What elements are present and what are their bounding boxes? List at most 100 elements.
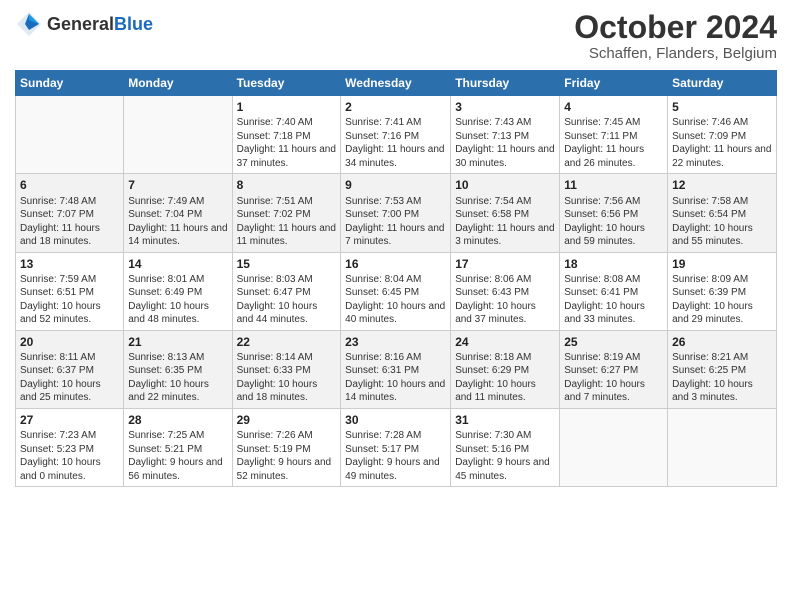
day-info: Sunrise: 7:26 AM Sunset: 5:19 PM Dayligh… bbox=[237, 429, 337, 483]
table-row: 12 Sunrise: 7:58 AM Sunset: 6:54 PM Dayli… bbox=[668, 174, 777, 252]
logo-icon bbox=[15, 10, 43, 38]
col-monday: Monday bbox=[124, 71, 232, 96]
table-row: 11Sunrise: 7:56 AM Sunset: 6:56 PM Dayli… bbox=[560, 174, 668, 252]
table-row: 21Sunrise: 8:13 AM Sunset: 6:35 PM Dayli… bbox=[124, 330, 232, 408]
table-row: 8 Sunrise: 7:51 AM Sunset: 7:02 PM Daylig… bbox=[232, 174, 341, 252]
day-number: 18 bbox=[564, 256, 663, 272]
day-number: 10 bbox=[455, 177, 555, 193]
day-number: 14 bbox=[128, 256, 227, 272]
day-number: 19 bbox=[672, 256, 772, 272]
day-number: 31 bbox=[455, 412, 555, 428]
day-number: 12 bbox=[672, 177, 772, 193]
day-number: 4 bbox=[564, 99, 663, 115]
month-title: October 2024 bbox=[574, 10, 777, 45]
table-row: 16Sunrise: 8:04 AM Sunset: 6:45 PM Dayli… bbox=[341, 252, 451, 330]
table-row: 31Sunrise: 7:30 AM Sunset: 5:16 PM Dayli… bbox=[451, 408, 560, 486]
calendar-table: Sunday Monday Tuesday Wednesday Thursday… bbox=[15, 70, 777, 487]
table-row: 9 Sunrise: 7:53 AM Sunset: 7:00 PM Daylig… bbox=[341, 174, 451, 252]
day-number: 27 bbox=[20, 412, 119, 428]
table-row: 4Sunrise: 7:45 AM Sunset: 7:11 PM Daylig… bbox=[560, 96, 668, 174]
day-info: Sunrise: 7:43 AM Sunset: 7:13 PM Dayligh… bbox=[455, 116, 555, 170]
table-row: 5Sunrise: 7:46 AM Sunset: 7:09 PM Daylig… bbox=[668, 96, 777, 174]
logo-blue: Blue bbox=[114, 14, 153, 34]
calendar-week-row: 6Sunrise: 7:48 AM Sunset: 7:07 PM Daylig… bbox=[16, 174, 777, 252]
table-row: 6Sunrise: 7:48 AM Sunset: 7:07 PM Daylig… bbox=[16, 174, 124, 252]
table-row: 24Sunrise: 8:18 AM Sunset: 6:29 PM Dayli… bbox=[451, 330, 560, 408]
day-info: Sunrise: 8:19 AM Sunset: 6:27 PM Dayligh… bbox=[564, 351, 663, 405]
day-info: Sunrise: 7:41 AM Sunset: 7:16 PM Dayligh… bbox=[345, 116, 446, 170]
day-number: 9 bbox=[345, 177, 446, 193]
day-number: 3 bbox=[455, 99, 555, 115]
table-row: 22Sunrise: 8:14 AM Sunset: 6:33 PM Dayli… bbox=[232, 330, 341, 408]
day-info: Sunrise: 7:28 AM Sunset: 5:17 PM Dayligh… bbox=[345, 429, 446, 483]
col-friday: Friday bbox=[560, 71, 668, 96]
day-number: 29 bbox=[237, 412, 337, 428]
day-info: Sunrise: 7:49 AM Sunset: 7:04 PM Dayligh… bbox=[128, 195, 227, 249]
table-row: 27Sunrise: 7:23 AM Sunset: 5:23 PM Dayli… bbox=[16, 408, 124, 486]
table-row: 2Sunrise: 7:41 AM Sunset: 7:16 PM Daylig… bbox=[341, 96, 451, 174]
day-info: Sunrise: 8:16 AM Sunset: 6:31 PM Dayligh… bbox=[345, 351, 446, 405]
day-number: 30 bbox=[345, 412, 446, 428]
day-info: Sunrise: 8:21 AM Sunset: 6:25 PM Dayligh… bbox=[672, 351, 772, 405]
day-number: 21 bbox=[128, 334, 227, 350]
day-number: 13 bbox=[20, 256, 119, 272]
day-info: Sunrise: 7:59 AM Sunset: 6:51 PM Dayligh… bbox=[20, 273, 119, 327]
table-row: 18Sunrise: 8:08 AM Sunset: 6:41 PM Dayli… bbox=[560, 252, 668, 330]
day-number: 8 bbox=[237, 177, 337, 193]
day-info: Sunrise: 8:13 AM Sunset: 6:35 PM Dayligh… bbox=[128, 351, 227, 405]
table-row bbox=[668, 408, 777, 486]
day-info: Sunrise: 7:58 AM Sunset: 6:54 PM Dayligh… bbox=[672, 195, 772, 249]
table-row: 7 Sunrise: 7:49 AM Sunset: 7:04 PM Daylig… bbox=[124, 174, 232, 252]
table-row bbox=[560, 408, 668, 486]
day-number: 23 bbox=[345, 334, 446, 350]
day-number: 7 bbox=[128, 177, 227, 193]
title-area: October 2024 Schaffen, Flanders, Belgium bbox=[574, 10, 777, 62]
table-row: 1Sunrise: 7:40 AM Sunset: 7:18 PM Daylig… bbox=[232, 96, 341, 174]
day-info: Sunrise: 8:09 AM Sunset: 6:39 PM Dayligh… bbox=[672, 273, 772, 327]
day-info: Sunrise: 7:48 AM Sunset: 7:07 PM Dayligh… bbox=[20, 195, 119, 249]
day-info: Sunrise: 7:23 AM Sunset: 5:23 PM Dayligh… bbox=[20, 429, 119, 483]
day-info: Sunrise: 8:01 AM Sunset: 6:49 PM Dayligh… bbox=[128, 273, 227, 327]
day-number: 26 bbox=[672, 334, 772, 350]
page: GeneralBlue October 2024 Schaffen, Fland… bbox=[0, 0, 792, 612]
table-row: 29Sunrise: 7:26 AM Sunset: 5:19 PM Dayli… bbox=[232, 408, 341, 486]
table-row: 26Sunrise: 8:21 AM Sunset: 6:25 PM Dayli… bbox=[668, 330, 777, 408]
calendar-week-row: 20Sunrise: 8:11 AM Sunset: 6:37 PM Dayli… bbox=[16, 330, 777, 408]
day-number: 2 bbox=[345, 99, 446, 115]
table-row bbox=[124, 96, 232, 174]
table-row bbox=[16, 96, 124, 174]
day-info: Sunrise: 8:11 AM Sunset: 6:37 PM Dayligh… bbox=[20, 351, 119, 405]
calendar-header-row: Sunday Monday Tuesday Wednesday Thursday… bbox=[16, 71, 777, 96]
col-saturday: Saturday bbox=[668, 71, 777, 96]
day-info: Sunrise: 7:54 AM Sunset: 6:58 PM Dayligh… bbox=[455, 195, 555, 249]
table-row: 28Sunrise: 7:25 AM Sunset: 5:21 PM Dayli… bbox=[124, 408, 232, 486]
day-info: Sunrise: 7:25 AM Sunset: 5:21 PM Dayligh… bbox=[128, 429, 227, 483]
day-info: Sunrise: 8:18 AM Sunset: 6:29 PM Dayligh… bbox=[455, 351, 555, 405]
day-info: Sunrise: 8:04 AM Sunset: 6:45 PM Dayligh… bbox=[345, 273, 446, 327]
logo-text: GeneralBlue bbox=[47, 14, 153, 35]
day-number: 22 bbox=[237, 334, 337, 350]
table-row: 13Sunrise: 7:59 AM Sunset: 6:51 PM Dayli… bbox=[16, 252, 124, 330]
col-thursday: Thursday bbox=[451, 71, 560, 96]
calendar-week-row: 1Sunrise: 7:40 AM Sunset: 7:18 PM Daylig… bbox=[16, 96, 777, 174]
day-info: Sunrise: 7:46 AM Sunset: 7:09 PM Dayligh… bbox=[672, 116, 772, 170]
day-number: 24 bbox=[455, 334, 555, 350]
day-number: 28 bbox=[128, 412, 227, 428]
table-row: 14Sunrise: 8:01 AM Sunset: 6:49 PM Dayli… bbox=[124, 252, 232, 330]
day-number: 5 bbox=[672, 99, 772, 115]
day-info: Sunrise: 7:53 AM Sunset: 7:00 PM Dayligh… bbox=[345, 195, 446, 249]
day-info: Sunrise: 7:40 AM Sunset: 7:18 PM Dayligh… bbox=[237, 116, 337, 170]
day-number: 16 bbox=[345, 256, 446, 272]
calendar-week-row: 13Sunrise: 7:59 AM Sunset: 6:51 PM Dayli… bbox=[16, 252, 777, 330]
col-wednesday: Wednesday bbox=[341, 71, 451, 96]
calendar-week-row: 27Sunrise: 7:23 AM Sunset: 5:23 PM Dayli… bbox=[16, 408, 777, 486]
day-info: Sunrise: 7:51 AM Sunset: 7:02 PM Dayligh… bbox=[237, 195, 337, 249]
col-tuesday: Tuesday bbox=[232, 71, 341, 96]
table-row: 23Sunrise: 8:16 AM Sunset: 6:31 PM Dayli… bbox=[341, 330, 451, 408]
logo: GeneralBlue bbox=[15, 10, 153, 38]
day-info: Sunrise: 8:06 AM Sunset: 6:43 PM Dayligh… bbox=[455, 273, 555, 327]
table-row: 3Sunrise: 7:43 AM Sunset: 7:13 PM Daylig… bbox=[451, 96, 560, 174]
day-number: 20 bbox=[20, 334, 119, 350]
location-title: Schaffen, Flanders, Belgium bbox=[574, 45, 777, 62]
header: GeneralBlue October 2024 Schaffen, Fland… bbox=[15, 10, 777, 62]
